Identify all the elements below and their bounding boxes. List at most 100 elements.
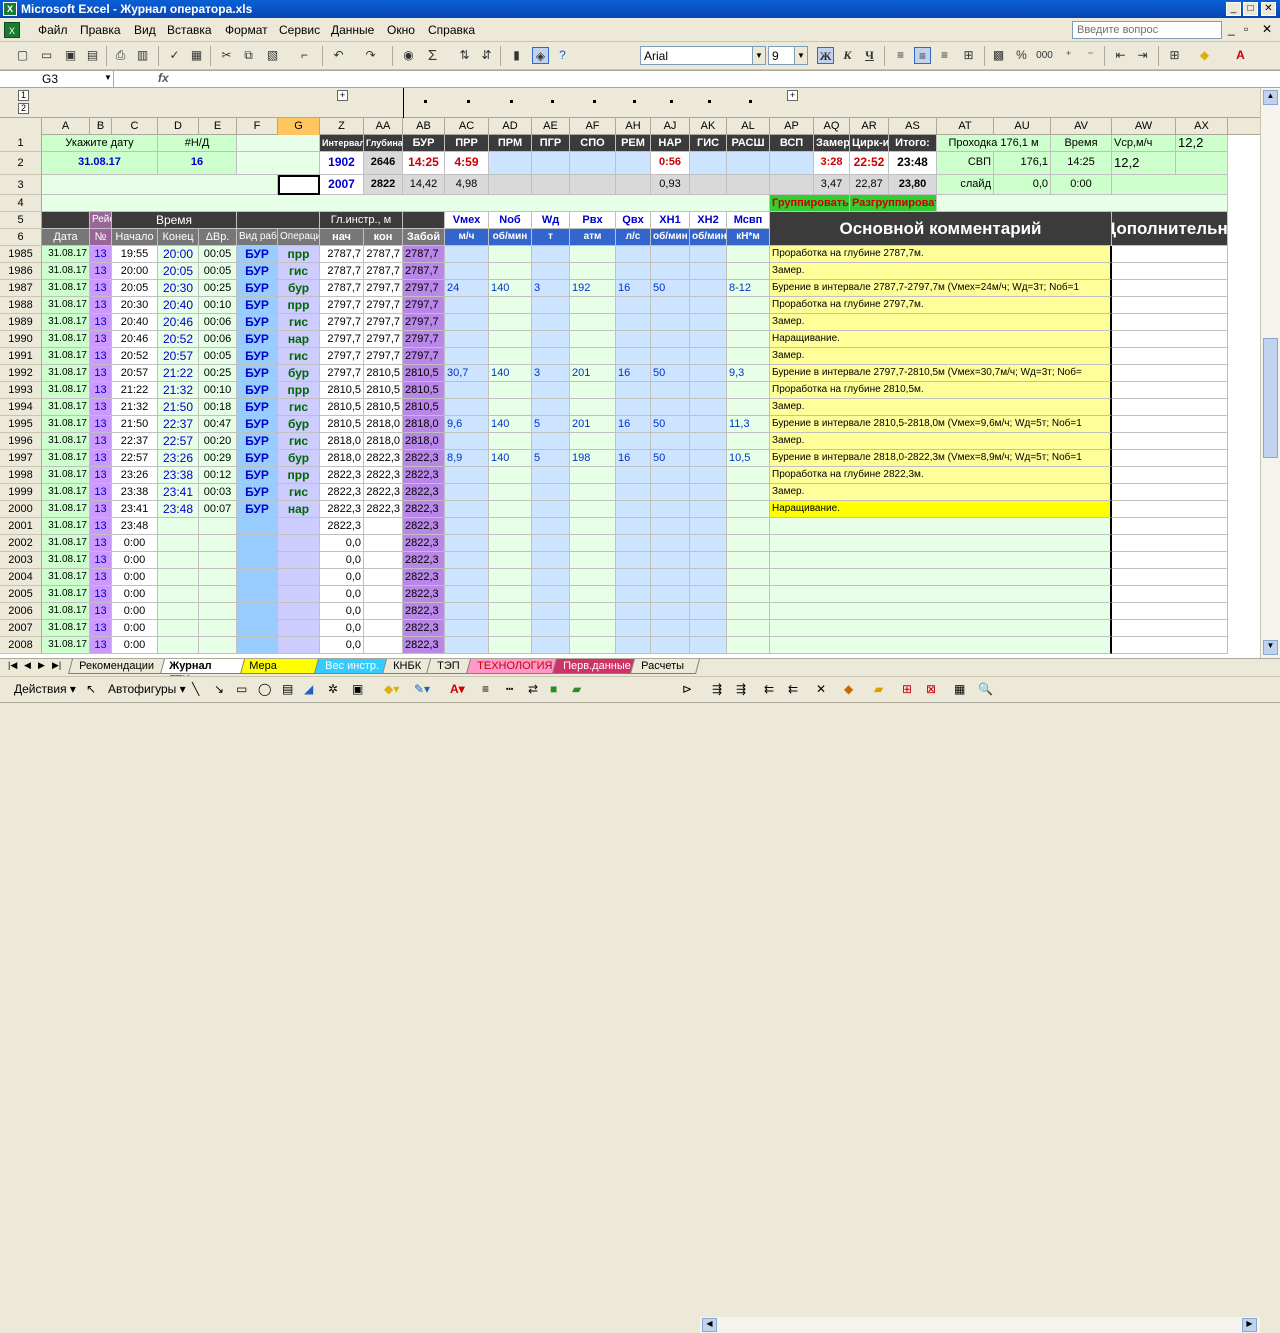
param-cell[interactable] — [690, 552, 727, 569]
open-icon[interactable]: ▭ — [38, 47, 55, 64]
first-sheet-icon[interactable]: |◀ — [8, 660, 17, 671]
kon-cell[interactable] — [364, 620, 403, 637]
param-cell[interactable]: 16 — [616, 450, 651, 467]
param-cell[interactable] — [445, 586, 489, 603]
param-cell[interactable] — [651, 263, 690, 280]
row-header[interactable]: 2005 — [0, 586, 42, 603]
zaboi-cell[interactable]: 2822,3 — [403, 501, 445, 518]
nach-cell[interactable]: 2787,7 — [320, 280, 364, 297]
dvr-cell[interactable] — [199, 552, 237, 569]
end-cell[interactable]: 20:00 — [158, 246, 199, 263]
vid-cell[interactable] — [237, 569, 278, 586]
line-color-icon[interactable]: ✎▾ — [414, 682, 430, 696]
end-cell[interactable]: 20:46 — [158, 314, 199, 331]
param-cell[interactable] — [690, 603, 727, 620]
cell-aw[interactable] — [1112, 569, 1228, 586]
kon-cell[interactable] — [364, 603, 403, 620]
maximize-button[interactable]: □ — [1243, 2, 1258, 16]
param-cell[interactable] — [532, 484, 570, 501]
param-cell[interactable] — [727, 467, 770, 484]
font-color-icon[interactable]: A — [1232, 47, 1249, 64]
rejs-cell[interactable]: 13 — [90, 382, 112, 399]
param-cell[interactable] — [489, 637, 532, 654]
param-cell[interactable] — [690, 637, 727, 654]
vertical-scrollbar[interactable]: ▲ ▼ — [1260, 88, 1280, 658]
param-cell[interactable] — [690, 586, 727, 603]
comment-cell[interactable]: Наращивание. — [770, 501, 1112, 518]
sheet-tab[interactable]: Журнал ГТИ — [159, 659, 249, 686]
unit-header[interactable]: об/мин — [651, 229, 690, 246]
vid-col-header[interactable]: Вид работы — [237, 229, 278, 246]
param-cell[interactable] — [616, 620, 651, 637]
cell-ad[interactable] — [489, 152, 532, 175]
comment-cell[interactable]: Бурение в интервале 2797,7-2810,5м (Vмех… — [770, 365, 1112, 382]
unit-header[interactable]: атм — [570, 229, 616, 246]
column-header-ab[interactable]: AB — [403, 118, 445, 135]
param-cell[interactable] — [445, 637, 489, 654]
currency-icon[interactable]: ▩ — [990, 47, 1007, 64]
comment-icon[interactable]: ▰ — [874, 682, 883, 696]
research-icon[interactable]: ▦ — [188, 47, 205, 64]
param-cell[interactable] — [445, 501, 489, 518]
param-cell[interactable] — [489, 263, 532, 280]
end-cell[interactable]: 20:30 — [158, 280, 199, 297]
ops-header[interactable]: ВСП — [770, 135, 814, 152]
param-cell[interactable]: 30,7 — [445, 365, 489, 382]
param-cell[interactable] — [532, 399, 570, 416]
param-cell[interactable] — [570, 382, 616, 399]
param-cell[interactable] — [651, 637, 690, 654]
param-cell[interactable] — [489, 348, 532, 365]
param-cell[interactable] — [690, 467, 727, 484]
row-header[interactable]: 5 — [0, 212, 42, 229]
start-cell[interactable]: 21:50 — [112, 416, 158, 433]
param-cell[interactable] — [570, 586, 616, 603]
align-right-icon[interactable]: ≡ — [936, 47, 953, 64]
remove-dep-icon[interactable]: ⇇ — [788, 682, 798, 696]
svp-vsr[interactable]: 12,2 — [1112, 152, 1176, 175]
date-cell[interactable]: 31.08.17 — [42, 416, 90, 433]
autoshapes-menu[interactable]: Автофигуры ▾ — [108, 682, 186, 696]
op-cell[interactable] — [278, 603, 320, 620]
param-cell[interactable] — [489, 552, 532, 569]
cell-ax[interactable] — [1176, 152, 1228, 175]
param-cell[interactable] — [489, 399, 532, 416]
textbox-icon[interactable]: ▤ — [282, 682, 293, 696]
rejs-cell[interactable]: 13 — [90, 348, 112, 365]
op-cell[interactable]: прр — [278, 297, 320, 314]
unit-header[interactable]: кН*м — [727, 229, 770, 246]
nach-cell[interactable]: 0,0 — [320, 586, 364, 603]
end-cell[interactable]: 21:32 — [158, 382, 199, 399]
param-cell[interactable]: 16 — [616, 416, 651, 433]
row-header[interactable]: 1996 — [0, 433, 42, 450]
unit-header[interactable]: об/мин — [690, 229, 727, 246]
param-cell[interactable]: 9,6 — [445, 416, 489, 433]
zaboi-cell[interactable]: 2810,5 — [403, 399, 445, 416]
vid-cell[interactable] — [237, 535, 278, 552]
cirk-time[interactable]: 22:52 — [850, 152, 889, 175]
param-cell[interactable] — [445, 331, 489, 348]
name-box[interactable]: G3 — [2, 71, 114, 87]
row-header[interactable]: 2 — [0, 152, 42, 175]
param-cell[interactable]: 50 — [651, 365, 690, 382]
row-header[interactable]: 4 — [0, 195, 42, 212]
qvh-header[interactable]: Qвх — [616, 212, 651, 229]
param-cell[interactable] — [570, 467, 616, 484]
vid-cell[interactable]: БУР — [237, 450, 278, 467]
gl-instr-header[interactable]: Гл.инстр., м — [320, 212, 403, 229]
param-cell[interactable] — [690, 382, 727, 399]
depth-start[interactable]: 2646 — [364, 152, 403, 175]
msvp-header[interactable]: Мсвп — [727, 212, 770, 229]
end-cell[interactable]: 20:57 — [158, 348, 199, 365]
font-size-select[interactable]: 9 ▼ — [768, 46, 808, 65]
dvr-cell[interactable]: 00:10 — [199, 297, 237, 314]
param-cell[interactable] — [616, 552, 651, 569]
start-col-header[interactable]: Начало — [112, 229, 158, 246]
nach-cell[interactable]: 2818,0 — [320, 433, 364, 450]
param-cell[interactable] — [489, 314, 532, 331]
column-header-ac[interactable]: AC — [445, 118, 489, 135]
close-button[interactable]: ✕ — [1261, 2, 1276, 16]
dvr-cell[interactable]: 00:29 — [199, 450, 237, 467]
line-style-icon[interactable]: ≡ — [482, 682, 489, 696]
cell-aw[interactable] — [1112, 535, 1228, 552]
circle-invalid-icon[interactable]: ⊞ — [902, 682, 912, 696]
